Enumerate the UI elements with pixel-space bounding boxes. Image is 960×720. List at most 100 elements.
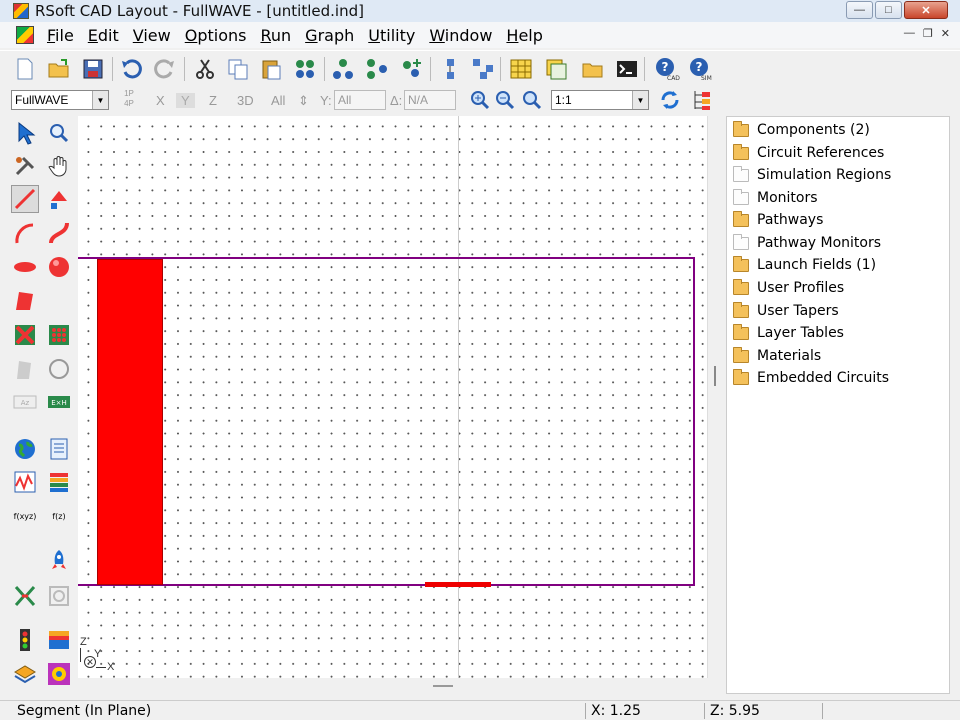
tree-view-icon[interactable] [689, 87, 715, 113]
waveguide-segment[interactable] [97, 259, 163, 585]
document-list-icon[interactable] [45, 435, 73, 463]
segment-tool-icon[interactable] [11, 185, 39, 213]
new-file-icon[interactable] [12, 56, 38, 82]
layers-3d-icon[interactable] [11, 660, 39, 688]
tree-item-pathway-monitors[interactable]: Pathway Monitors [733, 233, 881, 253]
layer-stack-icon[interactable] [45, 468, 73, 496]
tree-item-user-profiles[interactable]: User Profiles [733, 278, 844, 298]
copy-icon[interactable] [225, 56, 251, 82]
menu-help[interactable]: Help [499, 26, 549, 45]
rocket-icon[interactable] [45, 546, 73, 574]
grating-x-icon[interactable] [11, 321, 39, 349]
menu-run[interactable]: Run [253, 26, 298, 45]
taper-tool-icon[interactable] [45, 185, 73, 213]
layout-canvas[interactable]: Z ✕ Y X [78, 116, 708, 678]
zoom-fit-icon[interactable] [519, 87, 545, 113]
menu-view[interactable]: View [126, 26, 178, 45]
horizontal-splitter[interactable] [433, 685, 453, 687]
pan-hand-icon[interactable] [45, 152, 73, 180]
frame-disabled-icon[interactable] [45, 582, 73, 610]
view-3d-button[interactable]: 3D [237, 93, 254, 108]
add-vertex-icon[interactable] [398, 56, 424, 82]
undo-icon[interactable] [118, 56, 144, 82]
array-tool-icon[interactable] [45, 321, 73, 349]
fz-function-icon[interactable]: f(z) [45, 502, 73, 530]
tree-item-user-tapers[interactable]: User Tapers [733, 301, 839, 321]
tree-item-pathways[interactable]: Pathways [733, 210, 823, 230]
cut-icon[interactable] [192, 56, 218, 82]
az-monitor-icon[interactable]: Az [11, 388, 39, 416]
y-position-field[interactable]: All [334, 90, 386, 110]
polygon-tool-icon[interactable] [11, 287, 39, 315]
refresh-icon[interactable] [657, 87, 683, 113]
axis-y-button[interactable]: Y [176, 93, 195, 108]
tree-item-circuit-references[interactable]: Circuit References [733, 143, 884, 163]
launch-field-marker[interactable] [425, 582, 491, 587]
tree-item-launch-fields[interactable]: Launch Fields (1) [733, 255, 876, 275]
tree-item-layer-tables[interactable]: Layer Tables [733, 323, 844, 343]
symbol-table-icon[interactable] [508, 56, 534, 82]
delta-field[interactable]: N/A [404, 90, 456, 110]
axis-x-button[interactable]: X [156, 93, 165, 108]
help-sim-label: SIM [701, 75, 712, 82]
mdi-close-icon[interactable]: ✕ [941, 27, 950, 40]
exh-monitor-icon[interactable]: E×H [45, 388, 73, 416]
sphere-tool-icon[interactable] [45, 253, 73, 281]
tree-item-simulation-regions[interactable]: Simulation Regions [733, 165, 891, 185]
minimize-button[interactable]: — [846, 1, 873, 19]
mdi-minimize-icon[interactable]: — [904, 27, 915, 40]
all-button[interactable]: All [271, 93, 285, 108]
title-bar: RSoft CAD Layout - FullWAVE - [untitled.… [0, 0, 960, 22]
globe-icon[interactable] [11, 435, 39, 463]
distribute-icon[interactable] [364, 56, 390, 82]
zoom-in-icon[interactable] [467, 87, 493, 113]
menu-edit[interactable]: Edit [81, 26, 126, 45]
menu-file[interactable]: File [40, 26, 81, 45]
plane-mode-toggle[interactable]: 1P 4P [118, 89, 140, 111]
save-icon[interactable] [80, 56, 106, 82]
cylinder-disabled-icon[interactable] [11, 355, 39, 383]
gradient-plot-icon[interactable] [45, 626, 73, 654]
group-icon[interactable] [292, 56, 318, 82]
redo-icon[interactable] [152, 56, 178, 82]
arc-tool-icon[interactable] [11, 219, 39, 247]
open-results-icon[interactable] [580, 56, 606, 82]
traffic-light-icon[interactable] [11, 626, 39, 654]
status-bar: Segment (In Plane) X: 1.25 Z: 5.95 [0, 700, 960, 720]
zoom-select[interactable]: 1:1 ▼ [551, 90, 649, 110]
tree-item-embedded-circuits[interactable]: Embedded Circuits [733, 368, 889, 388]
ellipse-tool-icon[interactable] [11, 253, 39, 281]
open-folder-icon[interactable] [46, 56, 72, 82]
align-icon[interactable] [330, 56, 356, 82]
circle-outline-icon[interactable] [45, 355, 73, 383]
s-bend-tool-icon[interactable] [45, 219, 73, 247]
field-plot-icon[interactable] [11, 468, 39, 496]
target-icon[interactable] [45, 660, 73, 688]
output-graph-icon[interactable] [543, 56, 569, 82]
close-button[interactable]: ✕ [904, 1, 948, 19]
menu-utility[interactable]: Utility [361, 26, 422, 45]
menu-window[interactable]: Window [422, 26, 499, 45]
hierarchy-icon[interactable] [470, 56, 496, 82]
document-icon[interactable] [16, 26, 34, 44]
axis-z-button[interactable]: Z [209, 93, 217, 108]
fxyz-function-icon[interactable]: f(xyz) [11, 502, 39, 530]
menu-graph[interactable]: Graph [298, 26, 361, 45]
select-arrow-icon[interactable] [11, 119, 39, 147]
menu-options[interactable]: Options [178, 26, 254, 45]
zoom-out-icon[interactable] [492, 87, 518, 113]
program-select[interactable]: FullWAVE ▼ [11, 90, 109, 110]
zoom-tool-icon[interactable] [45, 119, 73, 147]
swap-icon[interactable] [11, 582, 39, 610]
tree-item-monitors[interactable]: Monitors [733, 188, 818, 208]
paste-icon[interactable] [258, 56, 284, 82]
layout-icon[interactable] [437, 56, 463, 82]
edit-tools-icon[interactable] [11, 152, 39, 180]
tree-item-materials[interactable]: Materials [733, 346, 821, 366]
vertical-splitter[interactable] [714, 366, 716, 386]
maximize-button[interactable]: □ [875, 1, 902, 19]
console-icon[interactable] [614, 56, 640, 82]
mdi-restore-icon[interactable]: ❐ [923, 27, 933, 40]
simulation-region-outline[interactable] [78, 257, 695, 586]
tree-item-components[interactable]: Components (2) [733, 120, 870, 140]
